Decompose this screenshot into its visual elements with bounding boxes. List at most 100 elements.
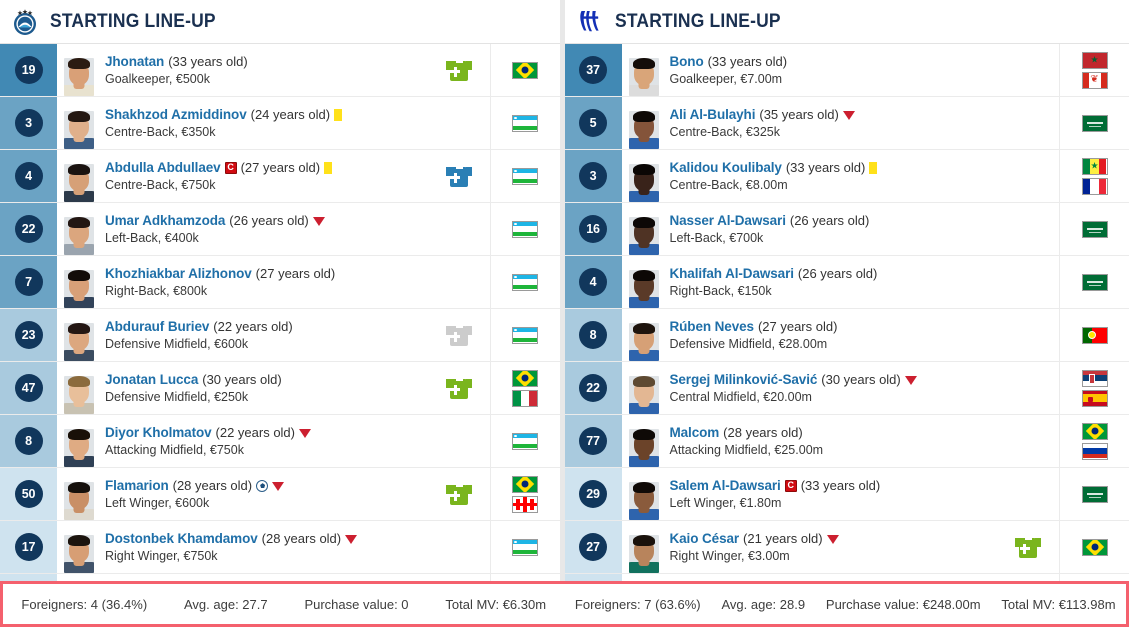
player-photo-cell[interactable] bbox=[57, 415, 97, 467]
player-photo-cell[interactable] bbox=[622, 150, 662, 202]
player-name-link[interactable]: Jhonatan bbox=[105, 54, 164, 69]
player-photo-cell[interactable] bbox=[57, 150, 97, 202]
player-photo-cell[interactable] bbox=[622, 97, 662, 149]
nationality-flags-cell bbox=[489, 468, 560, 520]
photo-hair bbox=[632, 535, 655, 546]
player-position-value: Right-Back, €800k bbox=[105, 284, 208, 298]
sub-on-jersey-icon[interactable] bbox=[1015, 536, 1041, 558]
photo-hair bbox=[632, 164, 655, 175]
table-row[interactable]: 16 Nasser Al-Dawsari (26 years old) Left-Ba… bbox=[564, 203, 1129, 256]
table-row[interactable]: 3 Kalidou Koulibaly (33 years old) Centre-B… bbox=[564, 150, 1129, 203]
table-row[interactable]: 50 Flamarion (28 years old) Left Winger, €6… bbox=[0, 468, 560, 521]
player-position-value: Left Winger, €600k bbox=[105, 496, 210, 510]
photo-hair bbox=[632, 323, 655, 334]
player-name-link[interactable]: Kaio César bbox=[670, 531, 740, 546]
table-row[interactable]: 22 Sergej Milinković-Savić (30 years old) C… bbox=[564, 362, 1129, 415]
player-age: (26 years old) bbox=[229, 213, 309, 228]
table-row[interactable]: 77 Malcom (28 years old) Attacking Midfield… bbox=[564, 415, 1129, 468]
shirt-number-badge: 4 bbox=[14, 162, 43, 190]
table-row[interactable]: 27 Kaio César (21 years old) Right Winger, … bbox=[564, 521, 1129, 574]
player-name-link[interactable]: Shakhzod Azmiddinov bbox=[105, 107, 247, 122]
player-photo-cell[interactable] bbox=[57, 256, 97, 308]
lineups-comparison: STARTING LINE-UP 19 Jhonatan (33 years old… bbox=[0, 0, 1129, 627]
table-row[interactable]: 17 Dostonbek Khamdamov (28 years old) Right… bbox=[0, 521, 560, 574]
player-name-link[interactable]: Flamarion bbox=[105, 478, 169, 493]
table-row[interactable]: 5 Ali Al-Bulayhi (35 years old) Centre-Back… bbox=[564, 97, 1129, 150]
table-row[interactable]: 19 Jhonatan (33 years old) Goalkeeper, €500… bbox=[0, 44, 560, 97]
player-photo-cell[interactable] bbox=[57, 203, 97, 255]
sub-on-jersey-icon[interactable] bbox=[445, 377, 472, 399]
player-name-link[interactable]: Khalifah Al-Dawsari bbox=[670, 266, 794, 281]
player-name-link[interactable]: Malcom bbox=[670, 425, 720, 440]
player-photo-cell[interactable] bbox=[622, 256, 662, 308]
player-name-link[interactable]: Dostonbek Khamdamov bbox=[105, 531, 258, 546]
substitution-icon-cell bbox=[428, 309, 490, 361]
flag-uzbekistan bbox=[512, 114, 538, 132]
player-name-line: Malcom (28 years old) bbox=[670, 425, 998, 440]
player-photo-cell[interactable] bbox=[57, 44, 97, 96]
player-name-link[interactable]: Ali Al-Bulayhi bbox=[670, 107, 756, 122]
flag-uzbekistan bbox=[512, 538, 538, 556]
player-name-link[interactable]: Bono bbox=[670, 54, 704, 69]
table-row[interactable]: 7 Khozhiakbar Alizhonov (27 years old) Righ… bbox=[0, 256, 560, 309]
substitution-icon-cell bbox=[997, 44, 1059, 96]
table-row[interactable]: 8 Rúben Neves (27 years old) Defensive Midf… bbox=[564, 309, 1129, 362]
player-age: (21 years old) bbox=[743, 531, 823, 546]
substitution-icon-cell bbox=[428, 97, 490, 149]
player-name-link[interactable]: Kalidou Koulibaly bbox=[670, 160, 782, 175]
player-name-line: Flamarion (28 years old) bbox=[105, 478, 428, 493]
player-photo-cell[interactable] bbox=[57, 362, 97, 414]
player-position-value: Attacking Midfield, €750k bbox=[105, 443, 244, 457]
sub-on-jersey-icon[interactable] bbox=[445, 59, 472, 81]
table-row[interactable]: 4 Abdulla Abdullaev C (27 years old) Centre-… bbox=[0, 150, 560, 203]
substitution-icon-cell bbox=[428, 44, 490, 96]
shirt-number-badge: 3 bbox=[579, 162, 607, 190]
player-name-link[interactable]: Jonatan Lucca bbox=[105, 372, 198, 387]
table-row[interactable]: 47 Jonatan Lucca (30 years old) Defensive M… bbox=[0, 362, 560, 415]
nationality-flags-cell bbox=[1059, 468, 1129, 520]
table-row[interactable]: 4 Khalifah Al-Dawsari (26 years old) Right-… bbox=[564, 256, 1129, 309]
nationality-flags-cell bbox=[1059, 97, 1129, 149]
player-name-link[interactable]: Abdurauf Buriev bbox=[105, 319, 209, 334]
table-row[interactable]: 8 Diyor Kholmatov (22 years old) Attacking … bbox=[0, 415, 560, 468]
player-photo-cell[interactable] bbox=[57, 521, 97, 573]
player-photo-cell[interactable] bbox=[622, 203, 662, 255]
player-photo-cell[interactable] bbox=[622, 44, 662, 96]
sub-in-jersey-icon[interactable] bbox=[445, 165, 472, 187]
player-photo-cell[interactable] bbox=[622, 362, 662, 414]
flag-saudi bbox=[1081, 220, 1108, 238]
player-photo-cell[interactable] bbox=[57, 468, 97, 520]
nationality-flags-cell: ★ ❦ bbox=[1059, 44, 1129, 96]
shirt-number-cell: 37 bbox=[564, 44, 622, 96]
player-position-value: Left-Back, €700k bbox=[669, 231, 764, 245]
player-name-link[interactable]: Diyor Kholmatov bbox=[105, 425, 212, 440]
nationality-flags-cell bbox=[1059, 415, 1129, 467]
table-row[interactable]: 3 Shakhzod Azmiddinov (24 years old) Centre… bbox=[0, 97, 560, 150]
sub-greyed-jersey-icon[interactable] bbox=[445, 324, 472, 346]
player-name-link[interactable]: Rúben Neves bbox=[670, 319, 755, 334]
flag-saudi bbox=[1081, 485, 1108, 503]
player-name-link[interactable]: Nasser Al-Dawsari bbox=[670, 213, 786, 228]
player-photo-cell[interactable] bbox=[57, 97, 97, 149]
player-photo-cell[interactable] bbox=[622, 415, 662, 467]
flag-saudi bbox=[1081, 273, 1108, 291]
player-photo-cell[interactable] bbox=[622, 309, 662, 361]
player-name-link[interactable]: Khozhiakbar Alizhonov bbox=[105, 266, 252, 281]
substituted-off-icon bbox=[904, 376, 917, 385]
player-photo-cell[interactable] bbox=[622, 468, 662, 520]
player-photo-cell[interactable] bbox=[57, 309, 97, 361]
table-row[interactable]: 37 Bono (33 years old) Goalkeeper, €7.00m ★ ❦ bbox=[564, 44, 1129, 97]
player-position-value: Goalkeeper, €7.00m bbox=[669, 72, 783, 86]
table-row[interactable]: 22 Umar Adkhamzoda (26 years old) Left-Back… bbox=[0, 203, 560, 256]
table-row[interactable]: 23 Abdurauf Buriev (22 years old) Defensive… bbox=[0, 309, 560, 362]
player-photo-cell[interactable] bbox=[622, 521, 662, 573]
player-name-line: Abdurauf Buriev (22 years old) bbox=[105, 319, 428, 334]
table-row[interactable]: 29 Salem Al-Dawsari C (33 years old) Left Wi… bbox=[564, 468, 1129, 521]
substituted-off-icon bbox=[272, 482, 285, 491]
player-name-link[interactable]: Salem Al-Dawsari bbox=[670, 478, 781, 493]
sub-on-jersey-icon[interactable] bbox=[445, 483, 472, 505]
player-name-line: Kalidou Koulibaly (33 years old) bbox=[670, 160, 998, 175]
player-name-link[interactable]: Abdulla Abdullaev bbox=[105, 160, 221, 175]
player-name-link[interactable]: Sergej Milinković-Savić bbox=[670, 372, 818, 387]
player-name-link[interactable]: Umar Adkhamzoda bbox=[105, 213, 225, 228]
